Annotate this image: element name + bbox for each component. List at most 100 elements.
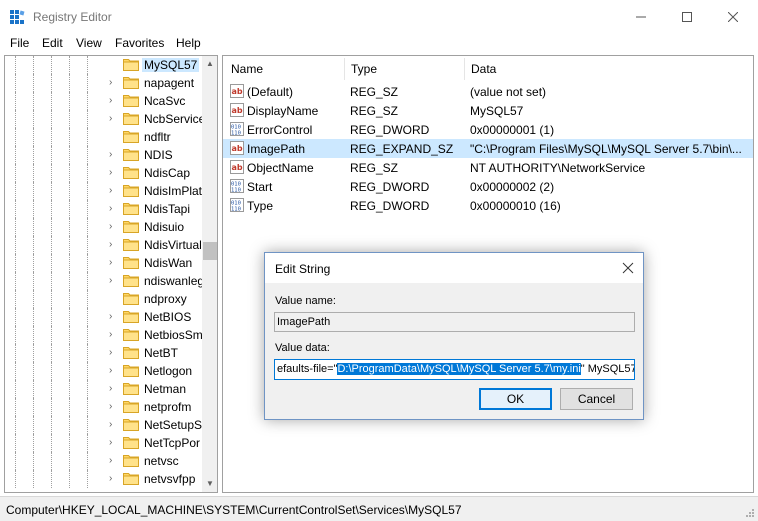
value-row[interactable]: 010 110 ErrorControl REG_DWORD 0x00000001 (1… (223, 120, 753, 139)
tree-guide-line (69, 290, 70, 308)
tree-item[interactable]: › netprofm (5, 398, 201, 416)
menu-edit[interactable]: Edit (42, 36, 63, 50)
value-data-text-before: efaults-file=" (277, 363, 338, 375)
value-data: 0x00000002 (2) (470, 180, 555, 194)
tree-guide-line (69, 362, 70, 380)
tree-guide-line (87, 362, 88, 380)
tree-guide-line (69, 200, 70, 218)
tree-item[interactable]: › napagent (5, 74, 201, 92)
chevron-right-icon[interactable]: › (109, 168, 117, 178)
tree-item[interactable]: › NdisVirtual (5, 236, 202, 254)
scroll-down-icon[interactable]: ▼ (202, 476, 217, 492)
value-data: (value not set) (470, 85, 547, 99)
tree-guide-line (69, 272, 70, 290)
chevron-right-icon[interactable]: › (109, 312, 117, 322)
chevron-right-icon[interactable]: › (109, 348, 117, 358)
tree-guide-line (33, 254, 34, 272)
svg-text:110: 110 (231, 207, 241, 213)
maximize-button[interactable] (664, 0, 710, 34)
tree-guide-line (51, 416, 52, 434)
menu-favorites[interactable]: Favorites (115, 36, 164, 50)
column-header-type[interactable]: Type (351, 62, 377, 76)
column-header-data[interactable]: Data (471, 62, 496, 76)
tree-guide-line (51, 470, 52, 488)
chevron-right-icon[interactable]: › (109, 420, 117, 430)
tree-item[interactable]: › NDIS (5, 146, 201, 164)
tree-item[interactable]: › NetTcpPor (5, 434, 201, 452)
chevron-right-icon[interactable]: › (109, 474, 117, 484)
maximize-icon (682, 12, 692, 22)
column-separator[interactable] (344, 58, 345, 80)
tree-guide-line (87, 182, 88, 200)
chevron-right-icon[interactable]: › (109, 186, 117, 196)
tree-item[interactable]: ndproxy (5, 290, 201, 308)
chevron-right-icon[interactable]: › (109, 366, 117, 376)
tree-item[interactable]: › NcaSvc (5, 92, 201, 110)
tree-guide-line (51, 128, 52, 146)
value-row[interactable]: ab ObjectName REG_SZ NT AUTHORITY\NetworkSe… (223, 158, 753, 177)
chevron-right-icon[interactable]: › (109, 456, 117, 466)
chevron-right-icon[interactable]: › (109, 384, 117, 394)
dialog-close-button[interactable] (617, 257, 639, 279)
tree-guide-line (15, 380, 16, 398)
menu-file[interactable]: File (10, 36, 29, 50)
tree-item-label: NetBT (144, 346, 179, 360)
tree-item[interactable]: › ndiswanleg (5, 272, 204, 290)
tree-item[interactable]: › NetSetupSv (5, 416, 208, 434)
tree-guide-line (51, 218, 52, 236)
tree-item[interactable]: › netvsvfpp (5, 470, 201, 488)
value-row[interactable]: ab ImagePath REG_EXPAND_SZ "C:\Program File… (223, 139, 753, 158)
tree-item[interactable]: › Ndisuio (5, 218, 201, 236)
chevron-right-icon[interactable]: › (109, 438, 117, 448)
tree-item[interactable]: › NcbService (5, 110, 205, 128)
cancel-button[interactable]: Cancel (560, 388, 633, 410)
tree-item[interactable]: › Netlogon (5, 362, 201, 380)
tree-item[interactable]: › netvsc (5, 452, 201, 470)
menu-view[interactable]: View (76, 36, 102, 50)
chevron-right-icon[interactable]: › (109, 114, 117, 124)
tree-item[interactable]: › NdisTapi (5, 200, 201, 218)
menu-help[interactable]: Help (176, 36, 201, 50)
minimize-button[interactable] (618, 0, 664, 34)
tree-item[interactable]: › NetbiosSm (5, 326, 203, 344)
key-tree[interactable]: MySQL57 › napagent › NcaSvc › NcbService ndfltr… (4, 55, 218, 493)
chevron-right-icon[interactable]: › (109, 330, 117, 340)
tree-item[interactable]: › NetBIOS (5, 308, 201, 326)
tree-item[interactable]: › NdisCap (5, 164, 201, 182)
tree-guide-line (51, 434, 52, 452)
value-row[interactable]: 010 110 Type REG_DWORD 0x00000010 (16) (223, 196, 753, 215)
folder-icon (123, 131, 139, 143)
chevron-right-icon[interactable]: › (109, 78, 117, 88)
tree-item[interactable]: › NetBT (5, 344, 201, 362)
value-row[interactable]: 010 110 Start REG_DWORD 0x00000002 (2) (223, 177, 753, 196)
tree-guide-line (15, 434, 16, 452)
tree-scrollbar[interactable]: ▲ ▼ (202, 56, 217, 492)
scroll-up-icon[interactable]: ▲ (202, 56, 217, 72)
column-separator[interactable] (464, 58, 465, 80)
resize-grip-icon[interactable] (745, 508, 755, 518)
tree-item[interactable]: › NdisWan (5, 254, 201, 272)
close-button[interactable] (710, 0, 756, 34)
chevron-right-icon[interactable]: › (109, 222, 117, 232)
tree-guide-line (87, 164, 88, 182)
column-header-name[interactable]: Name (231, 62, 263, 76)
tree-guide-line (15, 164, 16, 182)
tree-item[interactable]: › Netman (5, 380, 201, 398)
tree-guide-line (87, 470, 88, 488)
chevron-right-icon[interactable]: › (109, 150, 117, 160)
chevron-right-icon[interactable]: › (109, 96, 117, 106)
chevron-right-icon[interactable]: › (109, 276, 117, 286)
chevron-right-icon[interactable]: › (109, 204, 117, 214)
tree-item[interactable]: MySQL57 (5, 56, 201, 74)
chevron-right-icon[interactable]: › (109, 402, 117, 412)
value-row[interactable]: ab (Default) REG_SZ (value not set) (223, 82, 753, 101)
scrollbar-thumb[interactable] (203, 242, 217, 260)
value-row[interactable]: ab DisplayName REG_SZ MySQL57 (223, 101, 753, 120)
value-data-input[interactable]: efaults-file="D:\ProgramData\MySQL\MySQL… (274, 359, 635, 380)
tree-item[interactable]: ndfltr (5, 128, 201, 146)
ok-button[interactable]: OK (479, 388, 552, 410)
folder-icon (123, 275, 139, 287)
chevron-right-icon[interactable]: › (109, 258, 117, 268)
chevron-right-icon[interactable]: › (109, 240, 117, 250)
tree-item[interactable]: › NdisImPlat (5, 182, 202, 200)
